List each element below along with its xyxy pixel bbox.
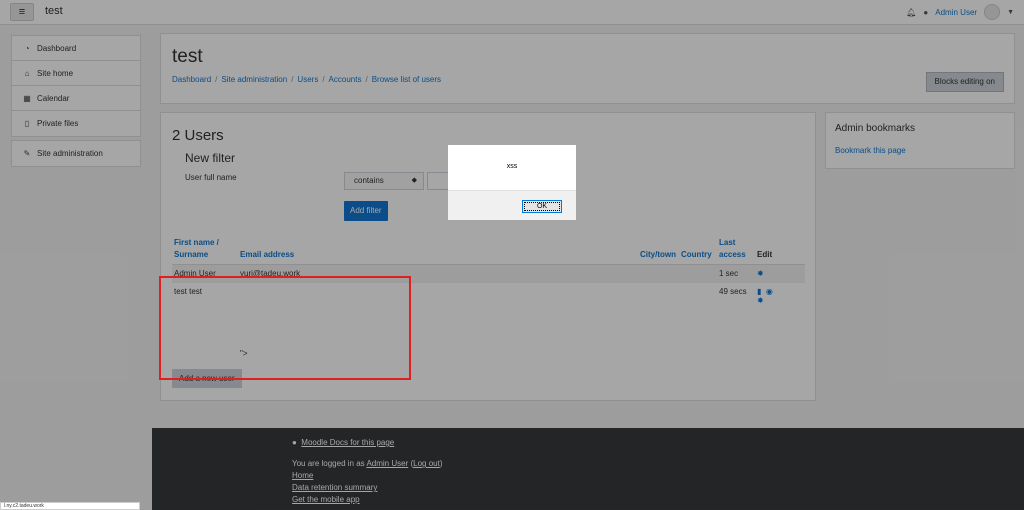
- alert-dialog: xss OK: [448, 145, 576, 220]
- alert-button-bar: OK: [448, 190, 576, 220]
- status-bar-url: l.ny.c2.tadeu.work: [0, 502, 140, 510]
- highlight-box: [159, 276, 411, 380]
- modal-overlay: [0, 0, 1024, 510]
- ok-button[interactable]: OK: [522, 200, 562, 213]
- alert-message: xss: [506, 163, 518, 170]
